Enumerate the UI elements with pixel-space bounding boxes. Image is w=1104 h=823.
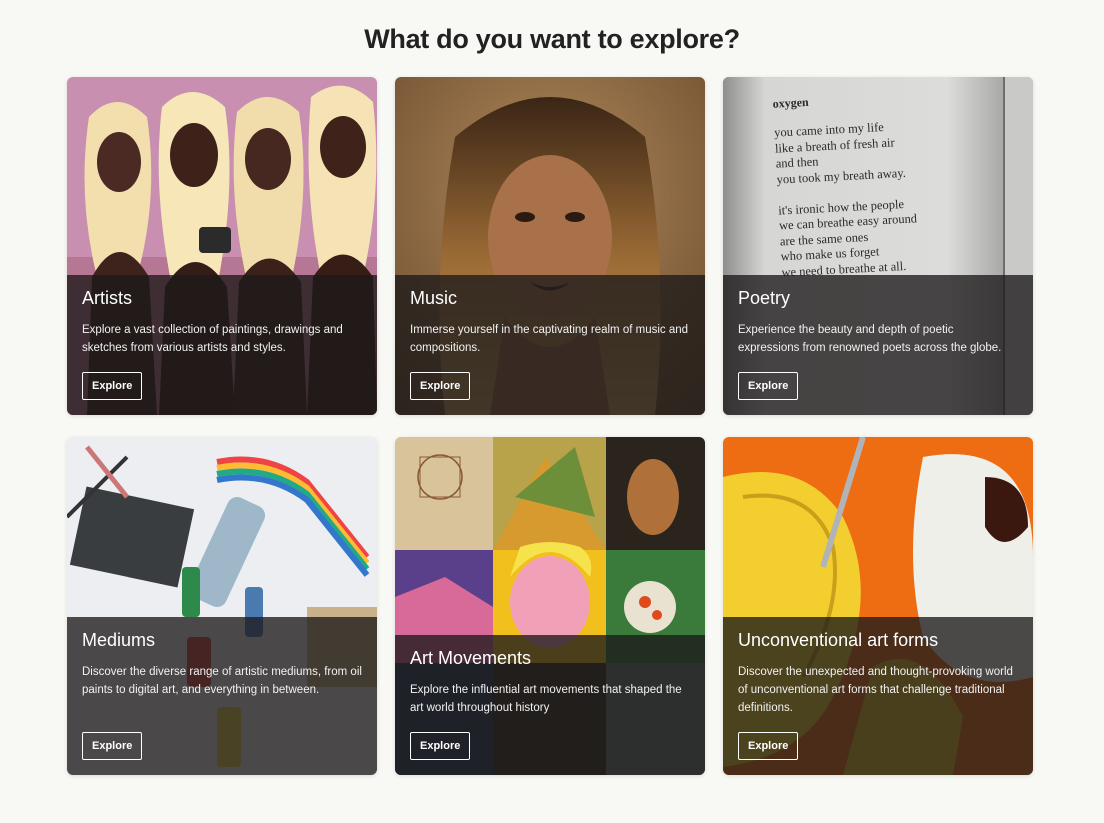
explore-grid: Artists Explore a vast collection of pai… [67,77,1033,775]
card-unconventional-art-forms[interactable]: Unconventional art forms Discover the un… [723,437,1033,775]
card-description: Explore the influential art movements th… [410,684,682,714]
card-art-movements[interactable]: Art Movements Explore the influential ar… [395,437,705,775]
card-title: Poetry [738,288,791,308]
unconventional-overlay: Unconventional art forms Discover the un… [723,617,1033,775]
explore-button[interactable]: Explore [82,732,143,760]
card-title: Mediums [82,630,156,650]
card-artists[interactable]: Artists Explore a vast collection of pai… [67,77,377,415]
mediums-overlay: Mediums Discover the diverse range of ar… [67,617,377,775]
music-overlay: Music Immerse yourself in the captivatin… [395,275,705,415]
explore-button[interactable]: Explore [738,372,799,400]
art-movements-overlay: Art Movements Explore the influential ar… [395,635,705,775]
artists-overlay: Artists Explore a vast collection of pai… [67,275,377,415]
card-poetry[interactable]: oxygen you came into my life like a breat… [723,77,1033,415]
card-title: Music [410,288,458,308]
explore-button[interactable]: Explore [82,372,143,400]
card-description: Discover the unexpected and thought-prov… [738,666,1013,714]
card-description: Discover the diverse range of artistic m… [82,666,362,696]
card-music[interactable]: Music Immerse yourself in the captivatin… [395,77,705,415]
explore-button[interactable]: Explore [410,732,471,760]
poetry-overlay: Poetry Experience the beauty and depth o… [723,275,1033,415]
explore-button[interactable]: Explore [738,732,799,760]
card-title: Unconventional art forms [738,630,939,650]
card-mediums[interactable]: Mediums Discover the diverse range of ar… [67,437,377,775]
poem-lines: you came into my life like a breath of fr… [774,118,920,280]
page-title: What do you want to explore? [364,24,740,54]
explore-button[interactable]: Explore [410,372,471,400]
poem-text: oxygen you came into my life like a breat… [772,90,920,281]
card-title: Art Movements [410,648,532,668]
card-description: Experience the beauty and depth of poeti… [738,324,1002,354]
card-description: Explore a vast collection of paintings, … [82,324,343,354]
card-title: Artists [82,288,133,308]
card-description: Immerse yourself in the captivating real… [410,324,689,354]
